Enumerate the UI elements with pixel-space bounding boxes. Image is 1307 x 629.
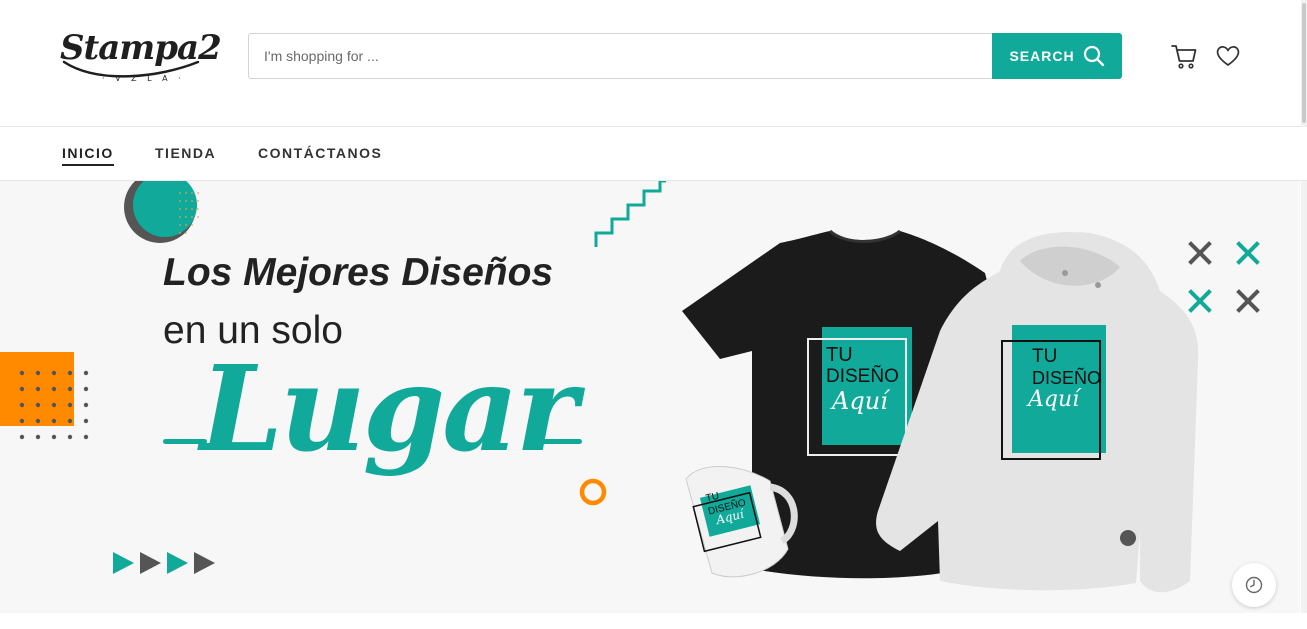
cart-icon[interactable] <box>1170 42 1198 70</box>
search-bar: SEARCH <box>248 33 1122 79</box>
tshirt-print-line2: DISEÑO <box>826 366 899 387</box>
history-button[interactable] <box>1232 563 1276 607</box>
scrollbar-thumb[interactable] <box>1302 3 1306 123</box>
banner-decorations <box>0 181 1260 593</box>
x-marks-shape <box>1188 241 1260 313</box>
tshirt-print-line1: TU <box>826 344 853 366</box>
search-button-label: SEARCH <box>1009 48 1075 64</box>
logo-text: Stampa2 <box>60 28 222 68</box>
main-nav: INICIO TIENDA CONTÁCTANOS <box>0 127 1307 181</box>
banner-script-word: Lugar <box>200 339 578 478</box>
page-scrollbar[interactable] <box>1301 0 1307 629</box>
logo-subtext: · V Z L A · <box>102 74 185 83</box>
tshirt-print-line3: Aquí <box>832 387 888 415</box>
nav-item-contactanos[interactable]: CONTÁCTANOS <box>258 145 382 161</box>
hoodie-print-line3: Aquí <box>1028 387 1080 412</box>
orange-ring-shape <box>579 478 607 506</box>
nav-item-inicio[interactable]: INICIO <box>62 145 114 166</box>
search-icon <box>1083 45 1104 67</box>
search-button[interactable]: SEARCH <box>992 33 1122 79</box>
nav-item-tienda[interactable]: TIENDA <box>155 145 216 161</box>
hero-banner[interactable]: Los Mejores Diseños en un solo Lugar TU … <box>0 181 1300 613</box>
page: Stampa2 · V Z L A · SEARCH <box>0 0 1307 629</box>
search-input[interactable] <box>248 33 994 79</box>
site-header: Stampa2 · V Z L A · SEARCH <box>0 0 1307 127</box>
banner-headline: Los Mejores Diseños <box>163 251 554 294</box>
teal-zigzag-shape <box>594 181 666 247</box>
dash-right-shape <box>538 439 582 444</box>
hoodie-print-line1: TU <box>1032 346 1058 367</box>
hoodie-print-line2: DISEÑO <box>1032 368 1102 388</box>
heart-icon[interactable] <box>1214 42 1242 70</box>
below-banner-area <box>0 613 1307 629</box>
play-arrows-shape <box>113 552 215 574</box>
history-clock-icon <box>1245 576 1263 594</box>
site-logo[interactable]: Stampa2 · V Z L A · <box>58 22 222 92</box>
